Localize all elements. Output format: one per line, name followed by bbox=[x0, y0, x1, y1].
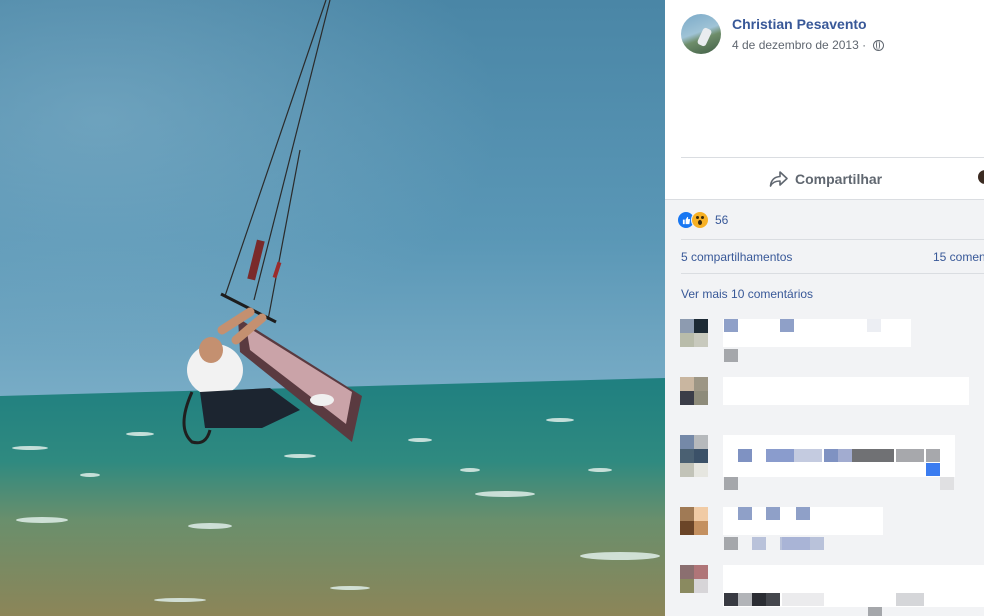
commenter-avatar[interactable] bbox=[680, 377, 694, 391]
divider bbox=[681, 239, 984, 240]
share-button-label: Compartilhar bbox=[795, 171, 883, 187]
comment-item bbox=[665, 434, 984, 494]
post-date[interactable]: 4 de dezembro de 2013 · bbox=[732, 38, 885, 52]
post-panel: Christian Pesavento 4 de dezembro de 201… bbox=[665, 0, 984, 616]
comment-item bbox=[665, 506, 984, 558]
comment-item bbox=[665, 318, 984, 368]
comment-bubble bbox=[723, 319, 911, 347]
post-date-text[interactable]: 4 de dezembro de 2013 bbox=[732, 38, 859, 52]
author-name[interactable]: Christian Pesavento bbox=[732, 16, 867, 32]
share-button[interactable]: Compartilhar bbox=[769, 168, 882, 190]
commenter-avatar-cut[interactable] bbox=[978, 170, 984, 184]
comments-section: 56 5 compartilhamentos 15 comentários Ve… bbox=[665, 199, 984, 616]
reactions-summary[interactable]: 56 bbox=[677, 211, 728, 229]
post-photo[interactable] bbox=[0, 0, 665, 616]
commenter-avatar[interactable] bbox=[680, 435, 694, 449]
divider bbox=[681, 273, 984, 274]
author-avatar[interactable] bbox=[681, 14, 721, 54]
view-more-comments-link[interactable]: Ver mais 10 comentários bbox=[681, 287, 813, 301]
shares-count[interactable]: 5 compartilhamentos bbox=[681, 250, 792, 264]
commenter-avatar[interactable] bbox=[680, 565, 694, 579]
comment-item bbox=[665, 376, 984, 416]
share-arrow-icon bbox=[769, 171, 788, 187]
commenter-avatar[interactable] bbox=[680, 319, 694, 333]
commenter-avatar[interactable] bbox=[680, 507, 694, 521]
divider bbox=[681, 157, 984, 158]
wow-reaction-icon bbox=[691, 211, 709, 229]
globe-icon bbox=[873, 40, 885, 51]
comments-count[interactable]: 15 comentários bbox=[933, 250, 984, 264]
reaction-count[interactable]: 56 bbox=[715, 213, 728, 227]
comment-item bbox=[665, 564, 984, 616]
comment-bubble bbox=[723, 377, 969, 405]
